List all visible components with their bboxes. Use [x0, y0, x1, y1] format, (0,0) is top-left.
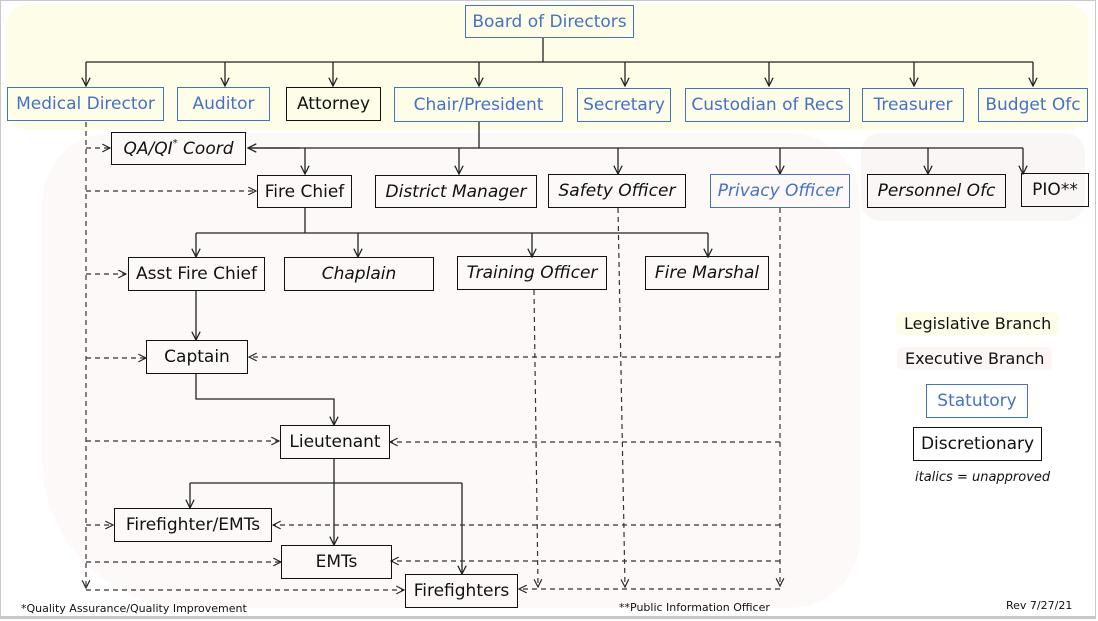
node-label: QA/QI* Coord — [123, 138, 234, 159]
node-captain[interactable]: Captain — [146, 340, 248, 374]
node-budget-ofc[interactable]: Budget Ofc — [978, 88, 1088, 122]
node-label: Budget Ofc — [985, 95, 1081, 115]
node-label: PIO** — [1032, 180, 1078, 200]
node-medical-director[interactable]: Medical Director — [7, 87, 164, 121]
node-firefighters[interactable]: Firefighters — [405, 574, 518, 608]
node-label: Auditor — [192, 94, 255, 114]
node-secretary[interactable]: Secretary — [577, 88, 671, 122]
node-fire-marshal[interactable]: Fire Marshal — [645, 256, 769, 290]
node-label: Fire Marshal — [654, 263, 760, 283]
dashed-training-vertical — [533, 289, 538, 587]
node-chair-president[interactable]: Chair/President — [394, 87, 563, 122]
node-label: Training Officer — [466, 263, 598, 283]
node-fire-chief[interactable]: Fire Chief — [257, 175, 352, 208]
legend-label: Statutory — [937, 391, 1017, 411]
node-label: EMTs — [315, 552, 358, 572]
node-asst-fire-chief[interactable]: Asst Fire Chief — [128, 257, 265, 291]
node-label: Captain — [164, 347, 230, 367]
node-lieutenant[interactable]: Lieutenant — [280, 425, 390, 459]
node-label: Asst Fire Chief — [136, 264, 257, 284]
node-label: Attorney — [296, 94, 371, 114]
node-firefighter-emts[interactable]: Firefighter/EMTs — [114, 508, 272, 542]
legend-italics-note: italics = unapproved — [915, 470, 1051, 485]
node-label: Firefighter/EMTs — [125, 515, 261, 535]
qa-qi-suffix: Coord — [177, 138, 234, 159]
edge-captain-lieutenant — [195, 373, 334, 425]
node-label: Privacy Officer — [717, 181, 843, 201]
node-personnel-ofc[interactable]: Personnel Ofc — [867, 174, 1006, 208]
node-training-officer[interactable]: Training Officer — [457, 256, 607, 290]
node-label: Fire Chief — [264, 181, 345, 202]
node-privacy-officer[interactable]: Privacy Officer — [710, 174, 850, 208]
node-label: District Manager — [385, 181, 527, 202]
node-label: Treasurer — [873, 95, 953, 115]
footnote-pio: **Public Information Officer — [619, 601, 770, 614]
node-custodian-of-recs[interactable]: Custodian of Recs — [685, 88, 850, 122]
node-label: Custodian of Recs — [691, 95, 844, 115]
node-label: Firefighters — [413, 581, 510, 601]
node-board-of-directors[interactable]: Board of Directors — [465, 5, 634, 38]
legend-executive-branch: Executive Branch — [897, 347, 1053, 370]
node-label: Safety Officer — [558, 181, 676, 201]
node-district-manager[interactable]: District Manager — [375, 175, 537, 208]
node-label: Secretary — [583, 95, 665, 115]
node-safety-officer[interactable]: Safety Officer — [548, 174, 686, 208]
dashed-safety-vertical — [617, 207, 625, 587]
node-label: Board of Directors — [472, 11, 627, 32]
node-chaplain[interactable]: Chaplain — [284, 257, 434, 291]
node-pio[interactable]: PIO** — [1021, 173, 1089, 207]
node-label: Personnel Ofc — [877, 181, 996, 201]
legend-label: Discretionary — [920, 434, 1035, 454]
legend-discretionary: Discretionary — [913, 427, 1042, 461]
node-auditor[interactable]: Auditor — [177, 87, 270, 121]
node-label: Chair/President — [413, 94, 544, 115]
revision-date: Rev 7/27/21 — [1006, 599, 1073, 612]
node-label: Chaplain — [321, 264, 397, 284]
footnote-qa: *Quality Assurance/Quality Improvement — [21, 602, 247, 615]
legend-statutory: Statutory — [926, 384, 1028, 418]
node-label: Medical Director — [16, 94, 155, 114]
qa-qi-text: QA/QI — [123, 138, 173, 159]
node-qa-qi-coord[interactable]: QA/QI* Coord — [111, 132, 246, 165]
node-attorney[interactable]: Attorney — [286, 87, 381, 121]
legend-legislative-branch: Legislative Branch — [896, 312, 1060, 335]
node-label: Lieutenant — [289, 432, 381, 452]
node-treasurer[interactable]: Treasurer — [862, 88, 964, 122]
node-emts[interactable]: EMTs — [281, 545, 392, 579]
